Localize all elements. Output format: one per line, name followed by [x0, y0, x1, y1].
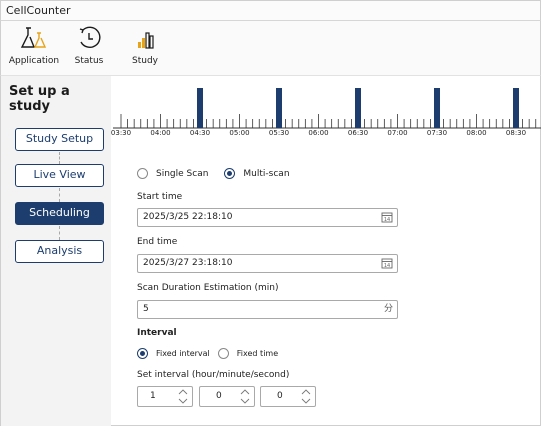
ribbon-study-button[interactable]: Study — [125, 24, 165, 66]
end-time-value: 2025/3/27 23:18:10 — [143, 258, 233, 268]
spin-arrows-icon[interactable] — [301, 388, 311, 405]
timeline-tick-label: 06:30 — [347, 129, 369, 137]
multi-scan-radio[interactable] — [224, 168, 236, 179]
single-scan-radio[interactable] — [137, 168, 148, 179]
multi-scan-label: Multi-scan — [243, 168, 290, 179]
step-scheduling[interactable]: Scheduling — [15, 202, 104, 225]
scan-duration-value: 5 — [143, 304, 149, 314]
app-title: CellCounter — [6, 4, 71, 17]
start-time-label: Start time — [137, 192, 183, 202]
timeline-tick-label: 06:00 — [308, 129, 329, 137]
scan-marker — [355, 88, 361, 128]
seconds-value: 0 — [277, 391, 283, 401]
timeline-tick-label: 05:00 — [229, 129, 250, 137]
minutes-unit-label: 分 — [383, 304, 393, 314]
fixed-interval-label: Fixed interval — [156, 349, 210, 358]
timeline-tick-label: 08:00 — [466, 129, 487, 137]
fixed-interval-radio[interactable] — [137, 348, 148, 359]
calendar-icon[interactable]: 14 — [381, 211, 393, 223]
hours-stepper[interactable]: 1 — [137, 386, 193, 407]
step-live-view[interactable]: Live View — [15, 164, 104, 187]
timeline-tick-label: 07:00 — [387, 129, 408, 137]
svg-text:14: 14 — [384, 217, 390, 223]
page-title: Set up a study — [9, 84, 70, 114]
scan-marker — [513, 88, 519, 128]
seconds-stepper[interactable]: 0 — [260, 386, 316, 407]
scan-marker — [434, 88, 440, 128]
timeline-tick-label: 04:30 — [189, 129, 211, 137]
scan-marker — [197, 88, 203, 128]
scan-marker — [276, 88, 282, 128]
ribbon-item-label: Study — [132, 56, 158, 66]
scan-duration-field[interactable]: 5 分 — [137, 300, 398, 319]
ribbon-toolbar: Application Status Study — [0, 21, 541, 76]
flask-icon — [20, 27, 47, 48]
scan-duration-label: Scan Duration Estimation (min) — [137, 283, 279, 293]
timeline-tick-label: 05:30 — [268, 129, 290, 137]
ribbon-item-label: Application — [8, 56, 60, 66]
calendar-icon[interactable]: 14 — [381, 257, 393, 269]
schedule-timeline: 03:30 04:00 04:30 05:00 05:30 06:00 06:30 07:00… — [111, 80, 541, 142]
step-connector — [59, 188, 60, 202]
minutes-stepper[interactable]: 0 — [199, 386, 255, 407]
ribbon-item-label: Status — [74, 56, 104, 66]
start-time-field[interactable]: 2025/3/25 22:18:10 14 — [137, 208, 398, 227]
spin-arrows-icon[interactable] — [240, 388, 250, 405]
spin-arrows-icon[interactable] — [178, 388, 188, 405]
step-analysis[interactable]: Analysis — [15, 240, 104, 263]
clock-icon — [79, 26, 101, 48]
timeline-tick-label: 03:30 — [110, 129, 132, 137]
minutes-value: 0 — [216, 391, 222, 401]
ribbon-status-button[interactable]: Status — [69, 24, 109, 66]
scan-mode-group: Single Scan Multi-scan — [137, 168, 290, 179]
step-study-setup[interactable]: Study Setup — [15, 128, 104, 151]
timeline-tick-label: 08:30 — [505, 129, 527, 137]
end-time-label: End time — [137, 237, 178, 247]
svg-text:14: 14 — [384, 263, 390, 269]
set-interval-label: Set interval (hour/minute/second) — [137, 370, 290, 380]
interval-heading: Interval — [137, 328, 177, 338]
title-bar: CellCounter — [0, 0, 541, 21]
fixed-time-label: Fixed time — [236, 349, 279, 358]
timeline-tick-label: 04:00 — [150, 129, 171, 137]
hours-value: 1 — [150, 391, 156, 401]
bar-chart-icon — [138, 32, 154, 49]
ribbon-application-button[interactable]: Application — [5, 24, 63, 66]
start-time-value: 2025/3/25 22:18:10 — [143, 212, 233, 222]
single-scan-label: Single Scan — [156, 168, 209, 179]
timeline-graphic — [113, 88, 541, 129]
fixed-time-radio[interactable] — [217, 348, 229, 359]
sidebar: Set up a study Study Setup Live View Sch… — [1, 76, 111, 426]
step-connector — [59, 152, 60, 164]
end-time-field[interactable]: 2025/3/27 23:18:10 14 — [137, 254, 398, 273]
timeline-tick-label: 07:30 — [426, 129, 448, 137]
step-connector — [59, 226, 60, 240]
interval-mode-group: Fixed interval Fixed time — [137, 348, 278, 359]
